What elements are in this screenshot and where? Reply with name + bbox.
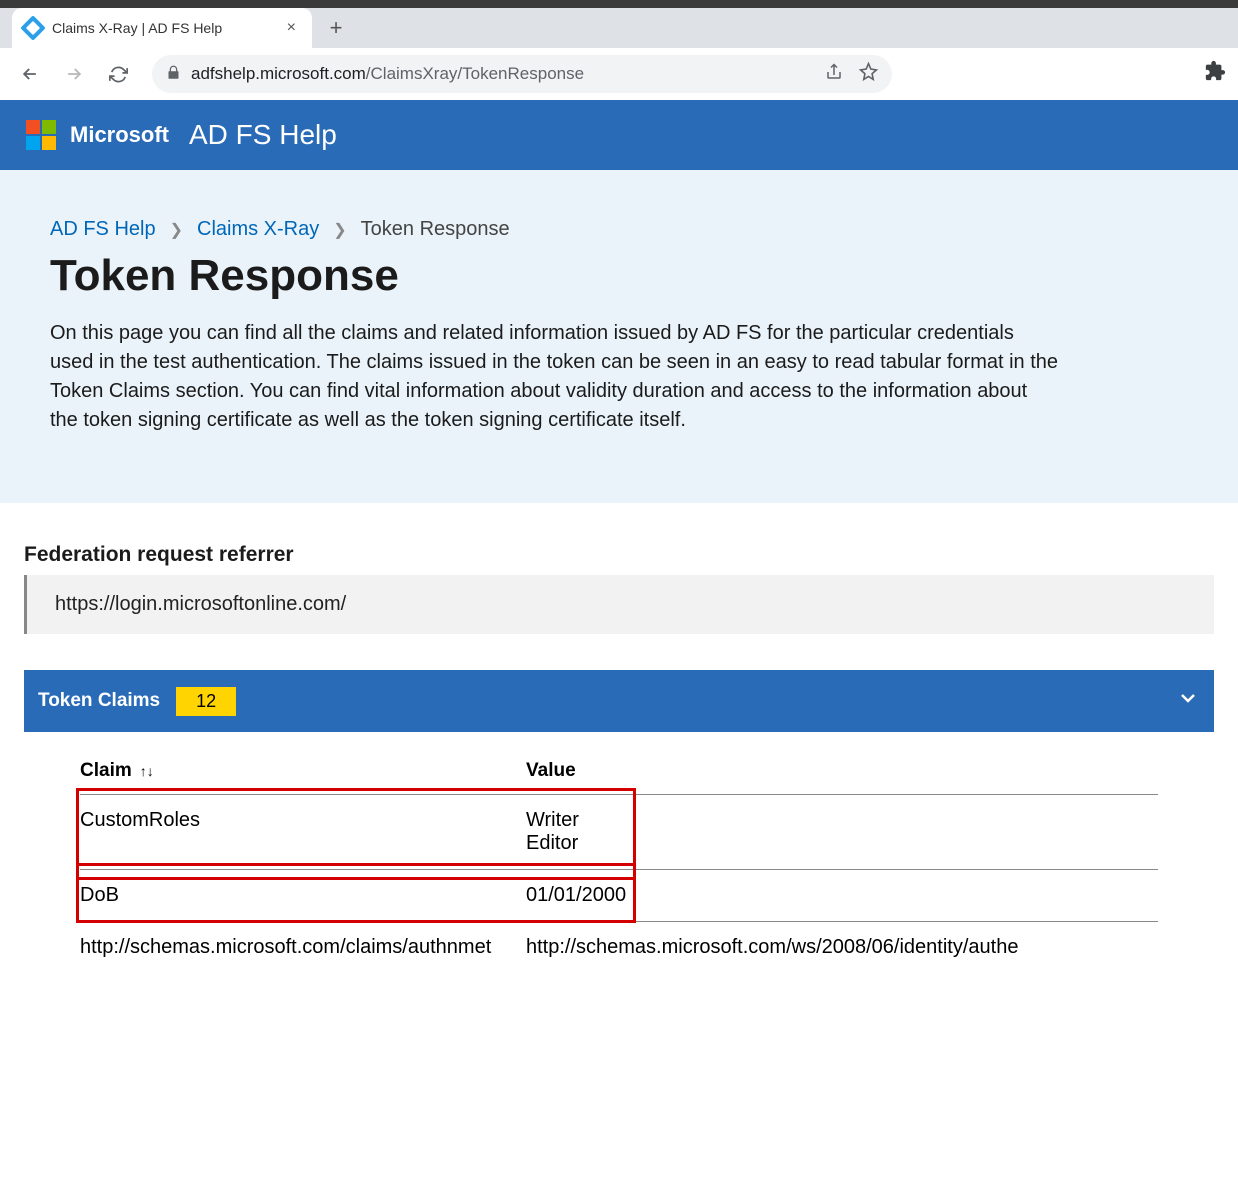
lock-icon	[166, 65, 181, 83]
new-tab-button[interactable]: +	[320, 12, 352, 44]
claim-value: http://schemas.microsoft.com/ws/2008/06/…	[526, 936, 1158, 959]
table-row: CustomRoles Writer Editor	[80, 794, 1158, 869]
hero-section: AD FS Help ❯ Claims X-Ray ❯ Token Respon…	[0, 170, 1238, 503]
claim-name: http://schemas.microsoft.com/claims/auth…	[80, 936, 526, 959]
favicon-icon	[20, 15, 45, 40]
claim-value: Writer Editor	[526, 809, 1158, 855]
claims-count-badge: 12	[176, 687, 236, 716]
page-title: Token Response	[50, 251, 1188, 301]
column-header-value[interactable]: Value	[526, 760, 1158, 782]
sort-icon: ↑↓	[140, 763, 154, 779]
main-content: Federation request referrer https://logi…	[0, 503, 1238, 973]
url-text: adfshelp.microsoft.com/ClaimsXray/TokenR…	[191, 64, 815, 84]
chevron-right-icon: ❯	[170, 220, 183, 240]
breadcrumb-current: Token Response	[361, 218, 510, 241]
reload-button[interactable]	[100, 56, 136, 92]
address-bar[interactable]: adfshelp.microsoft.com/ClaimsXray/TokenR…	[152, 55, 892, 93]
column-header-claim[interactable]: Claim ↑↓	[80, 760, 526, 782]
breadcrumb-adfs-help[interactable]: AD FS Help	[50, 218, 156, 241]
referrer-label: Federation request referrer	[24, 543, 1214, 567]
claim-name: DoB	[80, 884, 526, 907]
chevron-right-icon: ❯	[333, 220, 346, 240]
brand-text: Microsoft	[70, 122, 169, 148]
forward-button[interactable]	[56, 56, 92, 92]
share-icon[interactable]	[825, 63, 843, 86]
token-claims-title: Token Claims	[38, 690, 160, 712]
app-name[interactable]: AD FS Help	[189, 119, 337, 151]
table-row: DoB 01/01/2000	[80, 869, 1158, 921]
tab-title: Claims X-Ray | AD FS Help	[52, 20, 273, 36]
breadcrumb: AD FS Help ❯ Claims X-Ray ❯ Token Respon…	[50, 218, 1188, 241]
microsoft-logo-icon	[26, 120, 56, 150]
table-row: http://schemas.microsoft.com/claims/auth…	[80, 921, 1158, 973]
claim-name: CustomRoles	[80, 809, 526, 855]
referrer-value: https://login.microsoftonline.com/	[24, 575, 1214, 634]
table-header-row: Claim ↑↓ Value	[80, 760, 1158, 794]
close-tab-icon[interactable]: ×	[283, 19, 300, 37]
back-button[interactable]	[12, 56, 48, 92]
browser-tab[interactable]: Claims X-Ray | AD FS Help ×	[12, 8, 312, 48]
bookmark-star-icon[interactable]	[859, 62, 878, 86]
claims-table: Claim ↑↓ Value CustomRoles Writer Editor…	[24, 732, 1214, 973]
page-description: On this page you can find all the claims…	[50, 319, 1060, 435]
extensions-icon[interactable]	[1204, 60, 1226, 88]
token-claims-panel-header[interactable]: Token Claims 12	[24, 670, 1214, 732]
chevron-down-icon	[1176, 686, 1200, 716]
claim-value: 01/01/2000	[526, 884, 1158, 907]
tab-strip: Claims X-Ray | AD FS Help × +	[0, 0, 1238, 48]
breadcrumb-claims-xray[interactable]: Claims X-Ray	[197, 218, 319, 241]
browser-chrome: Claims X-Ray | AD FS Help × + adfshelp.m…	[0, 0, 1238, 100]
browser-toolbar: adfshelp.microsoft.com/ClaimsXray/TokenR…	[0, 48, 1238, 100]
site-header: Microsoft AD FS Help	[0, 100, 1238, 170]
